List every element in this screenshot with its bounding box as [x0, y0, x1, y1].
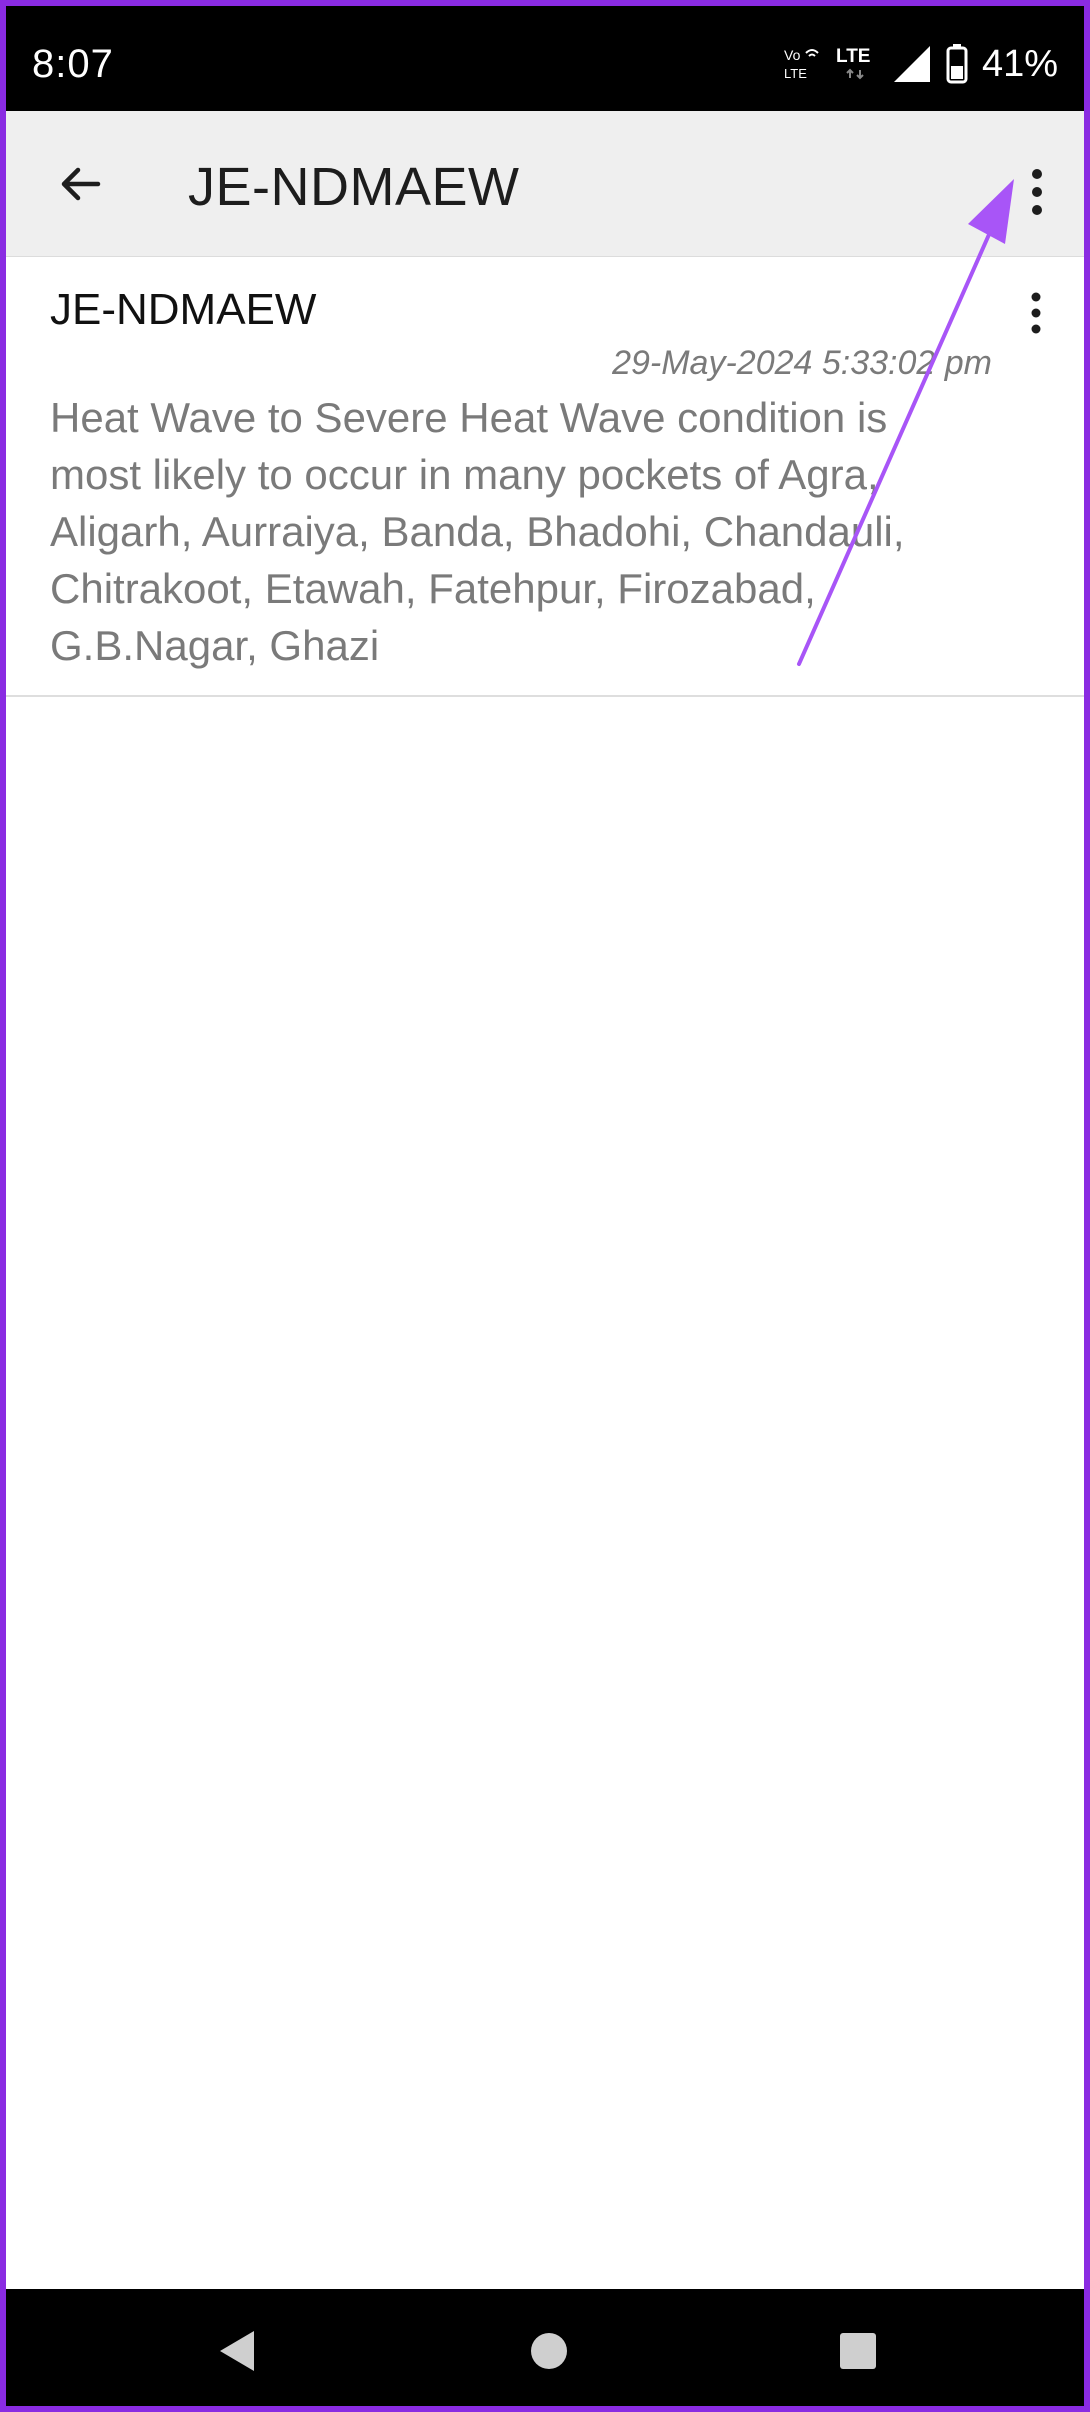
status-time: 8:07 — [32, 42, 114, 86]
message-body: Heat Wave to Severe Heat Wave condition … — [50, 394, 905, 669]
lte-text: LTE — [836, 46, 870, 67]
battery-percent: 41% — [981, 43, 1058, 85]
triangle-back-icon — [220, 2331, 254, 2371]
overflow-menu-button[interactable] — [1002, 157, 1072, 227]
message-timestamp: 29-May-2024 5:33:02 pm — [612, 344, 992, 382]
more-vert-icon — [1031, 292, 1041, 334]
nav-recents-button[interactable] — [826, 2319, 890, 2383]
battery-icon — [946, 44, 968, 84]
signal-icon — [893, 46, 930, 82]
message-sender: JE-NDMAEW — [50, 285, 317, 334]
list-item[interactable]: JE-NDMAEW 29-May-2024 5:33:02 pm Heat Wa… — [6, 257, 1084, 697]
nav-back-button[interactable] — [206, 2319, 270, 2383]
system-nav-bar — [6, 2289, 1084, 2406]
status-icons: Vo LTE LTE 41% — [782, 36, 1058, 92]
message-menu-button[interactable] — [1006, 283, 1066, 343]
volte-bottom-text: LTE — [784, 66, 807, 81]
page-title: JE-NDMAEW — [188, 157, 520, 217]
arrow-back-icon — [61, 167, 101, 201]
app-bar: JE-NDMAEW — [6, 111, 1084, 257]
more-vert-icon — [1032, 169, 1042, 215]
message-list: JE-NDMAEW 29-May-2024 5:33:02 pm Heat Wa… — [6, 257, 1084, 2289]
volte-top-text: Vo — [784, 47, 801, 63]
lte-icon: LTE — [836, 46, 870, 80]
device-frame: 8:07 Vo LTE LTE 41% JE-NDMAEW JE-NDMAEW … — [0, 0, 1090, 2412]
circle-home-icon — [531, 2333, 567, 2369]
volte-icon: Vo LTE — [784, 47, 819, 81]
nav-home-button[interactable] — [517, 2319, 581, 2383]
status-bar: 8:07 Vo LTE LTE 41% — [6, 6, 1084, 111]
square-recents-icon — [840, 2333, 876, 2369]
back-button[interactable] — [44, 154, 116, 214]
